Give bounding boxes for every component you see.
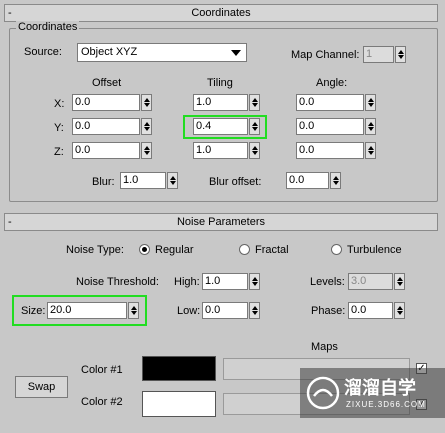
blur-offset-spinner[interactable]: 0.0	[286, 172, 341, 189]
swap-button[interactable]: Swap	[15, 376, 68, 398]
blur-field[interactable]: 1.0	[120, 172, 166, 189]
coordinates-rollout-header[interactable]: - Coordinates	[4, 4, 438, 22]
spinner-arrows-icon[interactable]	[365, 142, 376, 159]
angle-z-spinner[interactable]: 0.0	[296, 142, 376, 159]
phase-label: Phase:	[311, 305, 346, 317]
noise-header-label: Noise Parameters	[176, 216, 266, 228]
regular-label: Regular	[155, 244, 194, 256]
angle-x-field[interactable]: 0.0	[296, 94, 364, 111]
angle-y-spinner[interactable]: 0.0	[296, 118, 376, 135]
spinner-arrows-icon[interactable]	[365, 118, 376, 135]
angle-y-field[interactable]: 0.0	[296, 118, 364, 135]
angle-column-label: Angle:	[316, 77, 348, 89]
watermark-text: 溜溜自学	[344, 378, 416, 399]
chevron-down-icon	[231, 50, 241, 56]
radio-turbulence[interactable]	[331, 244, 342, 255]
spinner-arrows-icon[interactable]	[167, 172, 178, 189]
map-channel-spinner[interactable]: 1	[363, 46, 406, 63]
collapse-icon: -	[8, 216, 12, 228]
offset-x-field[interactable]: 0.0	[72, 94, 140, 111]
offset-x-spinner[interactable]: 0.0	[72, 94, 152, 111]
spinner-arrows-icon[interactable]	[141, 118, 152, 135]
high-label: High:	[174, 276, 200, 288]
phase-spinner[interactable]: 0.0	[348, 302, 405, 319]
source-value: Object XYZ	[81, 46, 138, 58]
axis-y-label: Y:	[54, 122, 64, 134]
tiling-z-spinner[interactable]: 1.0	[193, 142, 260, 159]
spinner-arrows-icon[interactable]	[249, 302, 260, 319]
offset-z-spinner[interactable]: 0.0	[72, 142, 152, 159]
collapse-icon: -	[8, 7, 12, 19]
tiling-x-field[interactable]: 1.0	[193, 94, 248, 111]
map-channel-field[interactable]: 1	[363, 46, 394, 63]
source-dropdown[interactable]: Object XYZ	[77, 43, 247, 62]
coordinates-group-title: Coordinates	[16, 21, 80, 33]
offset-y-spinner[interactable]: 0.0	[72, 118, 152, 135]
spinner-arrows-icon[interactable]	[249, 142, 260, 159]
source-label: Source:	[24, 46, 62, 58]
spinner-arrows-icon[interactable]	[365, 94, 376, 111]
tiling-y-highlight	[183, 115, 267, 139]
size-highlight	[12, 295, 147, 326]
axis-x-label: X:	[54, 98, 65, 110]
noise-rollout-header[interactable]: - Noise Parameters	[4, 213, 438, 231]
spinner-arrows-icon[interactable]	[249, 273, 260, 290]
blur-offset-label: Blur offset:	[209, 176, 262, 188]
offset-y-field[interactable]: 0.0	[72, 118, 140, 135]
watermark-url: ZIXUE.3D66.COM	[346, 400, 426, 409]
noise-type-label: Noise Type:	[66, 244, 124, 256]
spinner-arrows-icon[interactable]	[141, 142, 152, 159]
tiling-column-label: Tiling	[207, 77, 233, 89]
angle-x-spinner[interactable]: 0.0	[296, 94, 376, 111]
offset-z-field[interactable]: 0.0	[72, 142, 140, 159]
levels-field[interactable]: 3.0	[348, 273, 393, 290]
blur-offset-field[interactable]: 0.0	[286, 172, 329, 189]
blur-spinner[interactable]: 1.0	[120, 172, 178, 189]
low-field[interactable]: 0.0	[202, 302, 248, 319]
color2-label: Color #2	[81, 396, 123, 408]
turbulence-label: Turbulence	[347, 244, 402, 256]
spinner-arrows-icon[interactable]	[395, 46, 406, 63]
tiling-z-field[interactable]: 1.0	[193, 142, 248, 159]
watermark-logo-icon	[306, 376, 340, 410]
levels-spinner[interactable]: 3.0	[348, 273, 405, 290]
spinner-arrows-icon[interactable]	[330, 172, 341, 189]
angle-z-field[interactable]: 0.0	[296, 142, 364, 159]
tiling-x-spinner[interactable]: 1.0	[193, 94, 260, 111]
axis-z-label: Z:	[54, 146, 64, 158]
high-field[interactable]: 1.0	[202, 273, 248, 290]
color1-label: Color #1	[81, 364, 123, 376]
color1-swatch[interactable]	[142, 356, 216, 381]
spinner-arrows-icon[interactable]	[394, 273, 405, 290]
noise-threshold-label: Noise Threshold:	[76, 276, 159, 288]
watermark: 溜溜自学 ZIXUE.3D66.COM	[300, 368, 445, 418]
radio-regular[interactable]	[139, 244, 150, 255]
levels-label: Levels:	[310, 276, 345, 288]
map-channel-label: Map Channel:	[291, 49, 360, 61]
spinner-arrows-icon[interactable]	[249, 94, 260, 111]
spinner-arrows-icon[interactable]	[394, 302, 405, 319]
offset-column-label: Offset	[92, 77, 122, 89]
phase-field[interactable]: 0.0	[348, 302, 393, 319]
radio-fractal[interactable]	[239, 244, 250, 255]
maps-label: Maps	[311, 341, 338, 353]
color2-swatch[interactable]	[142, 391, 216, 417]
coordinates-header-label: Coordinates	[191, 7, 251, 19]
blur-label: Blur:	[92, 176, 115, 188]
spinner-arrows-icon[interactable]	[141, 94, 152, 111]
low-spinner[interactable]: 0.0	[202, 302, 260, 319]
fractal-label: Fractal	[255, 244, 289, 256]
low-label: Low:	[177, 305, 201, 317]
high-spinner[interactable]: 1.0	[202, 273, 260, 290]
